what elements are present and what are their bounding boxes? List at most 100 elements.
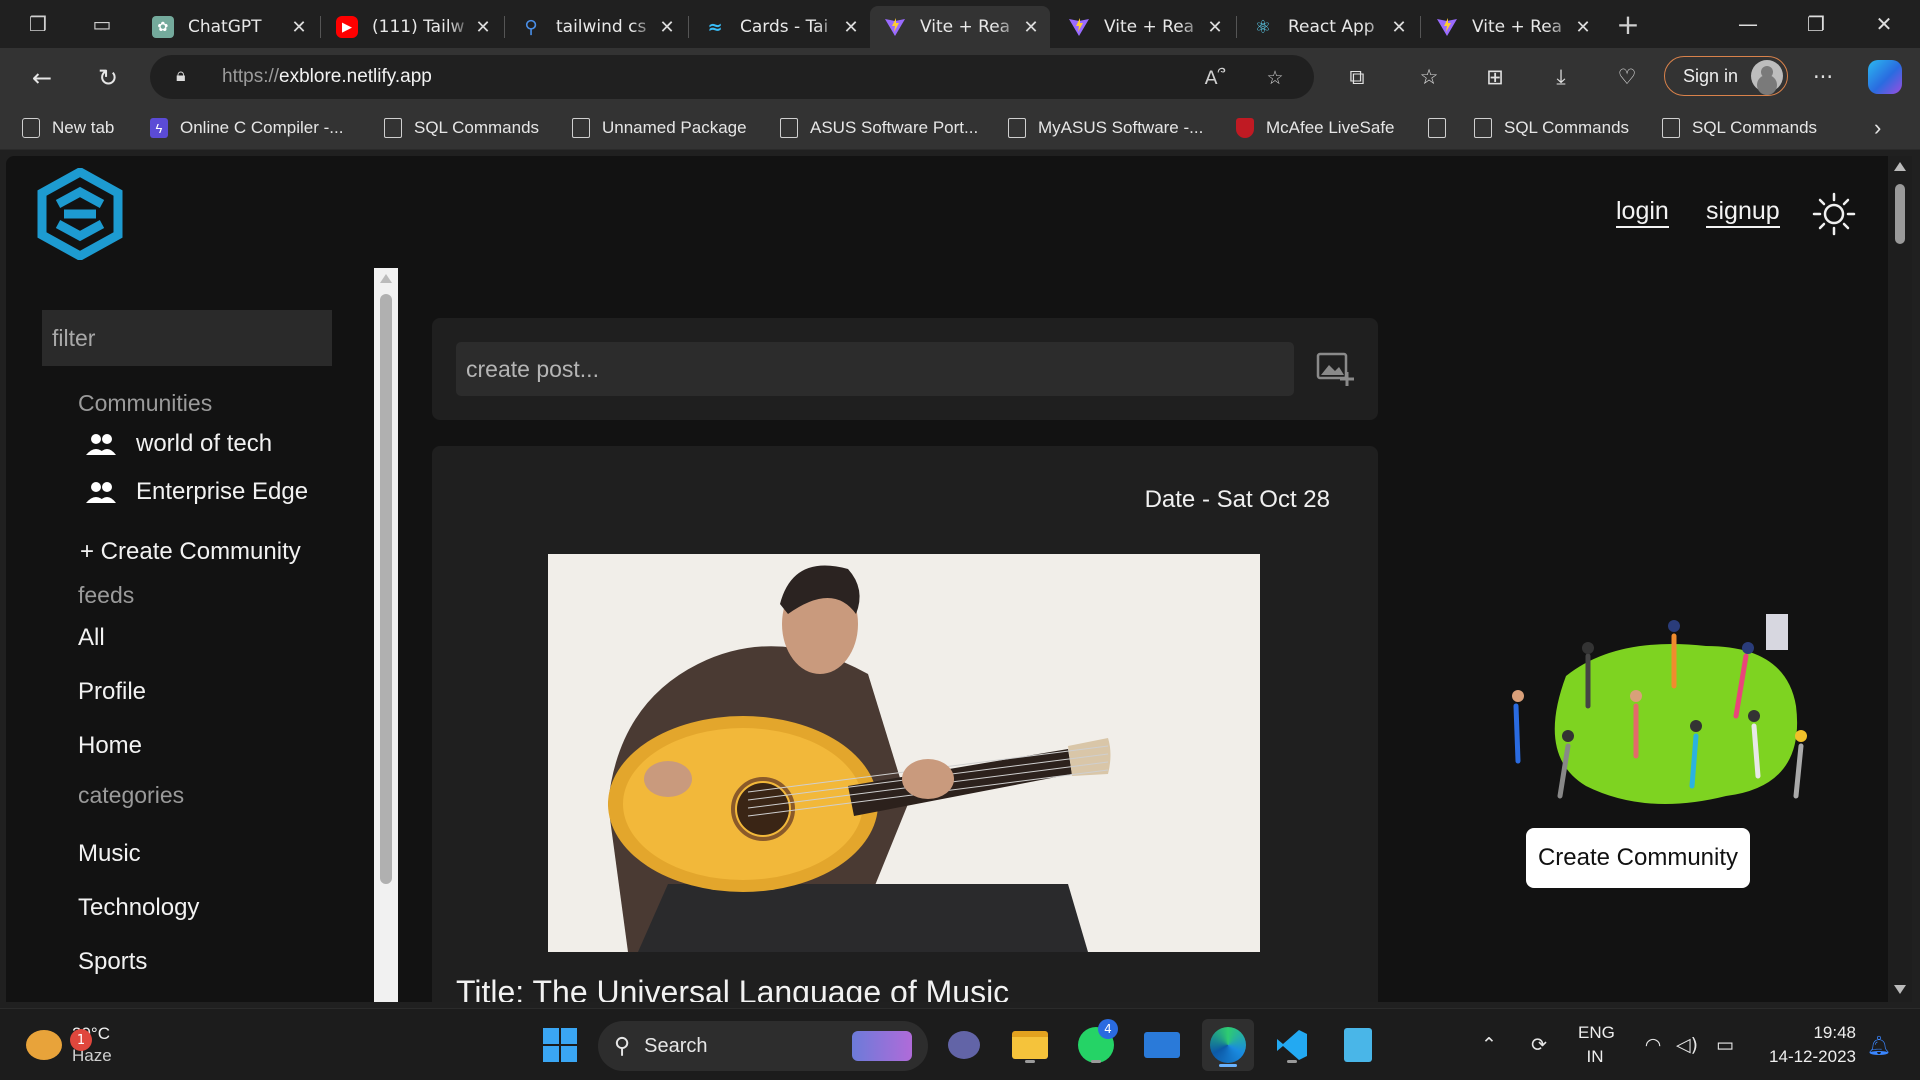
chevron-right-icon[interactable]: › xyxy=(1874,115,1881,140)
tab-chatgpt[interactable]: ✿ ChatGPT ✕ xyxy=(138,6,318,48)
url-scheme: https:// xyxy=(222,66,280,87)
whatsapp-badge: 4 xyxy=(1098,1019,1118,1039)
community-item-enterprise-edge[interactable]: Enterprise Edge xyxy=(86,478,308,506)
avatar xyxy=(1751,60,1783,92)
sidebar-scrollbar[interactable] xyxy=(374,268,398,1002)
search-icon: ⚲ xyxy=(524,16,538,38)
post-card: Date - Sat Oct 28 Title: The Universal L… xyxy=(432,446,1378,1002)
language-region[interactable]: IN xyxy=(1578,1047,1612,1067)
wifi-icon[interactable]: ◠ xyxy=(1640,1033,1666,1057)
more-menu-icon[interactable]: ··· xyxy=(1808,62,1838,92)
workspaces-icon[interactable]: ❒ xyxy=(24,10,52,38)
sun-icon[interactable] xyxy=(1812,192,1856,236)
tab-cards[interactable]: ≈ Cards - Tai ✕ xyxy=(690,6,870,48)
vite-icon xyxy=(1068,16,1090,38)
community-item-world-of-tech[interactable]: world of tech xyxy=(86,430,272,458)
windows-start-icon[interactable] xyxy=(538,1023,582,1067)
close-icon[interactable]: ✕ xyxy=(290,17,308,38)
notepad-icon[interactable] xyxy=(1336,1023,1380,1067)
bookmark-sql-commands[interactable]: SQL Commands xyxy=(384,116,539,140)
restore-button[interactable]: ❐ xyxy=(1786,8,1846,40)
close-icon[interactable]: ✕ xyxy=(1390,17,1408,38)
category-item-technology[interactable]: Technology xyxy=(78,894,199,922)
close-icon[interactable]: ✕ xyxy=(842,17,860,38)
login-link[interactable]: login xyxy=(1616,196,1669,228)
taskbar-search[interactable]: ⚲ Search xyxy=(598,1021,928,1071)
extensions-icon[interactable]: ⧉ xyxy=(1342,62,1372,92)
read-aloud-icon[interactable]: A՞ xyxy=(1202,65,1228,91)
bookmark-online-c-compiler[interactable]: ϟ Online C Compiler -... xyxy=(150,116,343,140)
teams-chat-icon[interactable] xyxy=(942,1023,986,1067)
filter-input[interactable] xyxy=(42,310,332,366)
battery-icon[interactable]: ▭ xyxy=(1712,1033,1738,1057)
minimize-button[interactable]: — xyxy=(1718,8,1778,40)
close-icon[interactable]: ✕ xyxy=(1022,17,1040,38)
favorites-icon[interactable]: ☆ xyxy=(1414,62,1444,92)
volume-icon[interactable]: ◁) xyxy=(1674,1033,1700,1057)
bookmark-new-tab[interactable]: New tab xyxy=(22,116,114,140)
browser-address-bar: ← ↻ 🔒︎ https://exblore.netlify.app A՞ ☆ … xyxy=(0,48,1920,106)
collections-icon[interactable]: ⊞ xyxy=(1480,62,1510,92)
whatsapp-icon[interactable]: 4 xyxy=(1074,1019,1118,1067)
bookmark-unnamed-package[interactable]: Unnamed Package xyxy=(572,116,747,140)
weather-widget[interactable]: 1 29°C Haze xyxy=(26,1021,112,1069)
refresh-button[interactable]: ↻ xyxy=(90,60,126,96)
bookmarks-bar: New tab ϟ Online C Compiler -... SQL Comm… xyxy=(0,106,1920,150)
bookmark-asus-software[interactable]: ASUS Software Port... xyxy=(780,116,978,140)
mail-icon[interactable] xyxy=(1140,1023,1184,1067)
edge-browser-icon[interactable] xyxy=(1202,1019,1254,1071)
site-logo[interactable] xyxy=(34,168,126,260)
bookmark-myasus[interactable]: MyASUS Software -... xyxy=(1008,116,1203,140)
create-community-button[interactable]: Create Community xyxy=(1526,828,1750,888)
create-community-link[interactable]: + Create Community xyxy=(80,538,301,566)
add-image-icon[interactable] xyxy=(1316,350,1354,388)
mcafee-shield-icon xyxy=(1236,118,1254,138)
feed-item-home[interactable]: Home xyxy=(78,732,142,760)
page-icon xyxy=(1008,118,1026,138)
tab-vite-3[interactable]: Vite + Rea ✕ xyxy=(1422,6,1602,48)
copilot-icon[interactable] xyxy=(1868,60,1902,94)
bookmark-sql-commands-2[interactable]: SQL Commands xyxy=(1474,116,1629,140)
close-icon[interactable]: ✕ xyxy=(1206,17,1224,38)
file-explorer-icon[interactable] xyxy=(1008,1023,1052,1067)
clock-time[interactable]: 19:48 xyxy=(1760,1023,1856,1043)
sync-icon[interactable]: ⟳ xyxy=(1526,1033,1552,1057)
create-post-input[interactable] xyxy=(456,342,1294,396)
clock-date[interactable]: 14-12-2023 xyxy=(1740,1047,1856,1067)
close-window-button[interactable]: ✕ xyxy=(1854,8,1914,40)
download-icon[interactable]: ⤓ xyxy=(1546,62,1576,92)
bookmark-sql-commands-3[interactable]: SQL Commands xyxy=(1662,116,1817,140)
chevron-up-icon[interactable]: ⌃ xyxy=(1476,1033,1502,1057)
tab-react-app[interactable]: ⚛ React App ✕ xyxy=(1238,6,1418,48)
bookmark-mcafee[interactable]: McAfee LiveSafe xyxy=(1236,116,1395,140)
tab-vite-2[interactable]: Vite + Rea ✕ xyxy=(1054,6,1234,48)
vscode-icon[interactable] xyxy=(1270,1023,1314,1067)
close-icon[interactable]: ✕ xyxy=(474,17,492,38)
tab-actions-icon[interactable]: ▭ xyxy=(88,10,116,38)
language-code[interactable]: ENG xyxy=(1578,1023,1615,1043)
notification-bell-icon[interactable]: 🔔︎ xyxy=(1866,1033,1892,1057)
favorite-star-icon[interactable]: ☆ xyxy=(1262,65,1288,91)
vite-icon xyxy=(1436,16,1458,38)
notification-badge: 1 xyxy=(70,1029,92,1051)
feed-item-all[interactable]: All xyxy=(78,624,105,652)
browser-tab-bar: ❒ ▭ ✿ ChatGPT ✕ ▶ (111) Tailw ✕ ⚲ tailwi… xyxy=(0,0,1920,48)
signup-link[interactable]: signup xyxy=(1706,196,1780,228)
page-scrollbar[interactable] xyxy=(1888,156,1912,1002)
back-button[interactable]: ← xyxy=(24,60,60,96)
close-icon[interactable]: ✕ xyxy=(1574,17,1592,38)
close-icon[interactable]: ✕ xyxy=(658,17,676,38)
tab-vite-active[interactable]: Vite + Rea ✕ xyxy=(870,6,1050,48)
category-item-music[interactable]: Music xyxy=(78,840,141,868)
tab-youtube[interactable]: ▶ (111) Tailw ✕ xyxy=(322,6,502,48)
sign-in-button[interactable]: Sign in xyxy=(1664,56,1788,96)
group-icon xyxy=(86,482,116,503)
bookmark-untitled[interactable] xyxy=(1428,116,1458,140)
url-field[interactable]: 🔒︎ https://exblore.netlify.app A՞ ☆ xyxy=(150,55,1314,99)
performance-icon[interactable]: ♡ xyxy=(1612,62,1642,92)
new-tab-button[interactable]: + xyxy=(1614,8,1642,41)
category-item-sports[interactable]: Sports xyxy=(78,948,147,976)
tab-tailwind-search[interactable]: ⚲ tailwind cs ✕ xyxy=(506,6,686,48)
feed-item-profile[interactable]: Profile xyxy=(78,678,146,706)
sidebar xyxy=(6,268,332,1002)
